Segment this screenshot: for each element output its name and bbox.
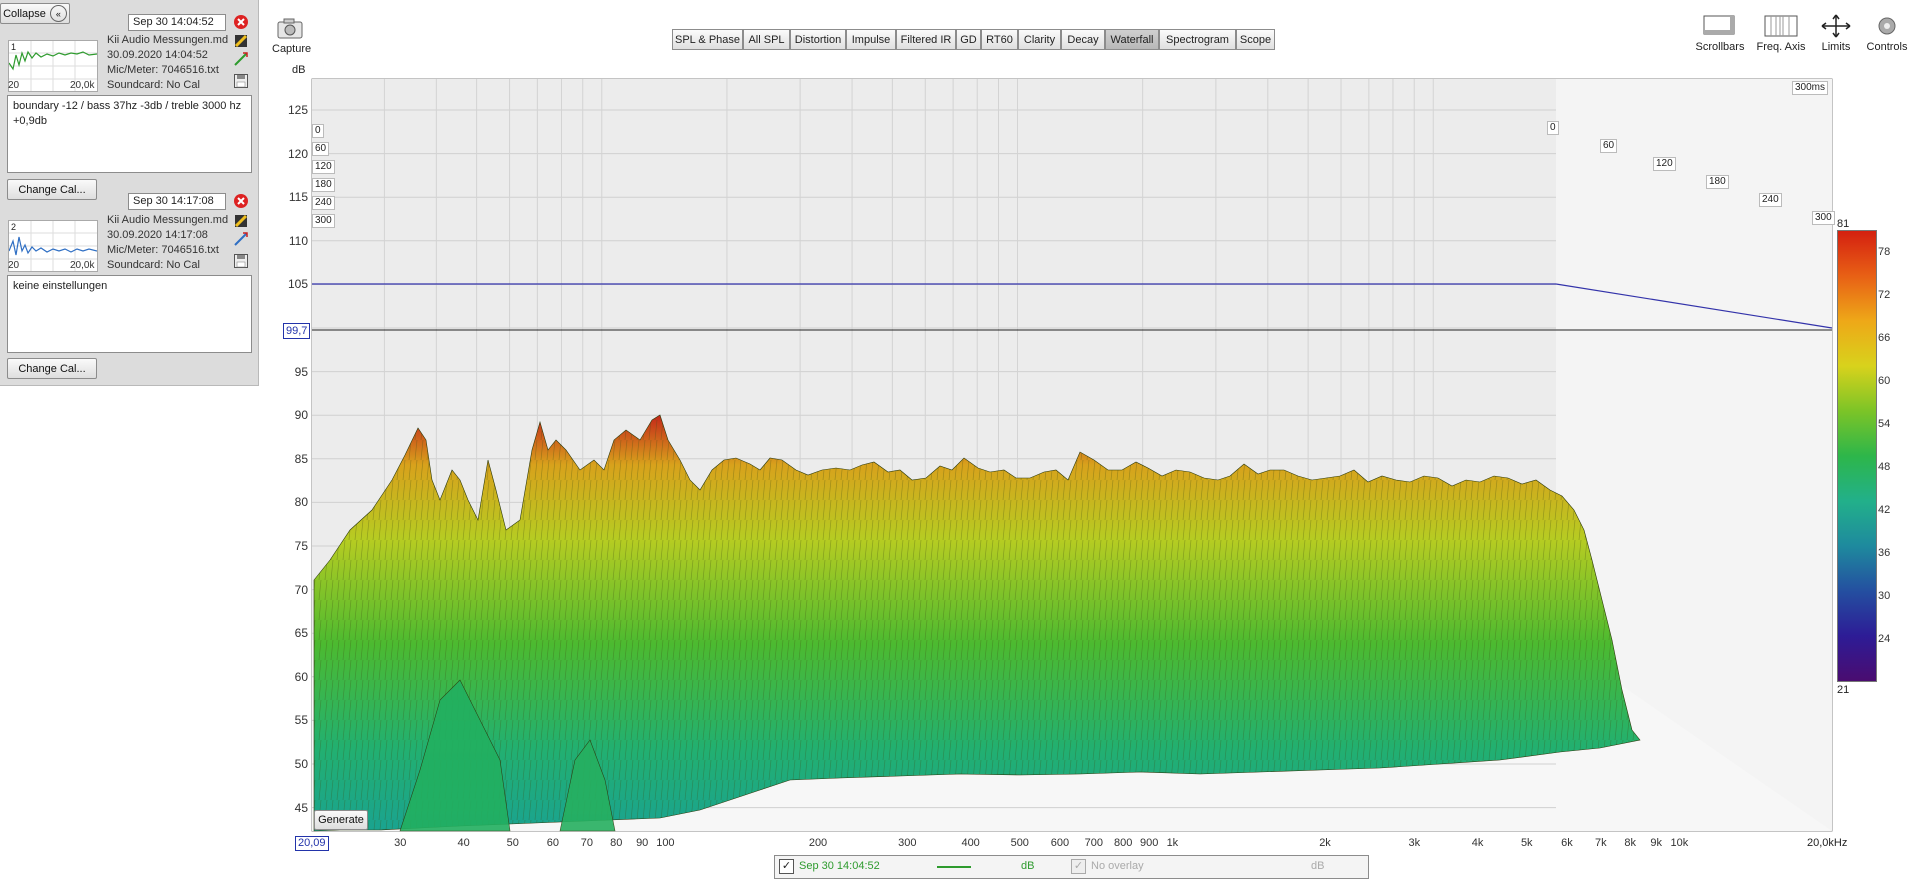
trace-checkbox[interactable]: ✓ [779,859,794,874]
colorbar-tick-label: 42 [1878,504,1891,516]
overlay-unit: dB [1311,860,1325,872]
x-tick-label: 600 [1050,837,1070,849]
x-tick-label: 900 [1139,837,1159,849]
colorbar-tick-label: 36 [1878,547,1891,559]
legend-unit: dB [1021,860,1035,872]
legend-line-swatch [937,866,971,868]
colorbar-tick-label: 24 [1878,633,1891,645]
x-tick-label: 10k [1670,837,1689,849]
colorbar-top-label: 81 [1837,218,1850,230]
x-tick-label: 90 [636,837,649,849]
colorbar-tick-label: 30 [1878,590,1891,602]
colorbar-tick-label: 60 [1878,375,1891,387]
x-tick-label: 6k [1561,837,1573,849]
time-tick-left: 180 [312,178,335,192]
time-max-label: 300ms [1792,81,1829,95]
time-tick-left: 120 [312,160,335,174]
colorbar-tick-label: 54 [1878,418,1891,430]
colorbar [1837,230,1877,682]
time-tick-left: 240 [312,196,335,210]
time-tick-right: 60 [1600,139,1618,153]
x-tick-label: 700 [1084,837,1104,849]
colorbar-tick-label: 72 [1878,289,1891,301]
colorbar-bottom-label: 21 [1837,684,1850,696]
x-tick-label: 800 [1114,837,1133,849]
time-tick-right: 300 [1812,211,1835,225]
x-tick-label: 4k [1471,837,1484,849]
x-tick-label: 30 [394,837,407,849]
time-tick-right: 0 [1547,121,1559,135]
x-tick-label: 40 [457,837,470,849]
x-start-value[interactable]: 20,09 [295,836,329,851]
x-tick-label: 50 [506,837,519,849]
overlay-checkbox[interactable]: ✓ [1071,859,1086,874]
generate-button[interactable]: Generate [314,810,368,830]
time-tick-right: 180 [1706,175,1729,189]
overlay-label: No overlay [1091,860,1144,872]
time-tick-right: 240 [1759,193,1782,207]
x-tick-label: 7k [1595,837,1607,849]
x-tick-label: 5k [1520,837,1533,849]
x-tick-label: 500 [1010,837,1029,849]
x-end-label: 20,0kHz [1807,837,1848,849]
x-tick-label: 2k [1319,837,1331,849]
waterfall-plot[interactable] [0,0,1913,880]
x-tick-label: 60 [546,837,560,849]
time-tick-left: 0 [312,124,324,138]
x-tick-label: 200 [808,837,828,849]
x-tick-label: 3k [1408,837,1421,849]
colorbar-tick-label: 78 [1878,246,1891,258]
time-tick-left: 300 [312,214,335,228]
legend-trace-label: Sep 30 14:04:52 [799,860,880,872]
x-tick-label: 1k [1166,837,1179,849]
x-tick-label: 300 [898,837,917,849]
x-tick-label: 8k [1624,837,1637,849]
x-tick-label: 400 [961,837,980,849]
colorbar-tick-label: 48 [1878,461,1891,473]
x-tick-label: 70 [580,837,593,849]
x-tick-label: 100 [656,837,675,849]
colorbar-tick-label: 66 [1878,332,1891,344]
time-tick-left: 60 [312,142,330,156]
legend-bar: ✓ Sep 30 14:04:52 dB ✓ No overlay dB [774,855,1369,879]
x-tick-label: 80 [610,837,623,849]
x-tick-label: 9k [1650,837,1662,849]
time-tick-right: 120 [1653,157,1676,171]
